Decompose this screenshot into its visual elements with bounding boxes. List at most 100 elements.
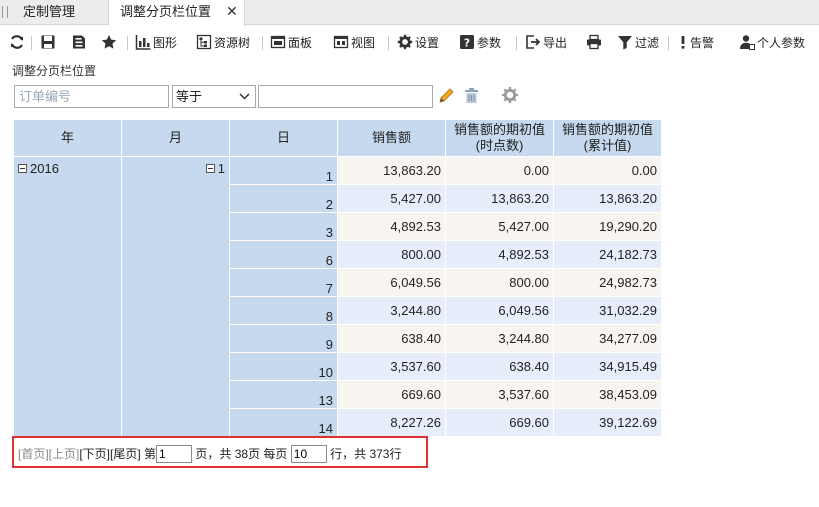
sales-cell: 669.60 <box>337 380 446 409</box>
initial-cumulative-cell: 13,863.20 <box>553 184 662 213</box>
day-cell: 8 <box>229 296 338 325</box>
pager-first[interactable]: [首页] <box>18 447 49 461</box>
year-cell: 2016 <box>13 156 122 437</box>
star-icon <box>101 35 117 49</box>
value-input[interactable] <box>258 85 433 108</box>
personal-params-label: 个人参数 <box>757 36 806 50</box>
alert-button[interactable]: 告警 <box>678 32 714 54</box>
initial-point-cell: 638.40 <box>445 352 554 381</box>
alert-icon <box>681 36 685 49</box>
initial-cumulative-cell: 34,277.09 <box>553 324 662 353</box>
refresh-icon <box>10 35 24 49</box>
header-sales[interactable]: 销售额 <box>337 119 446 157</box>
pager-page-suffix: 页，共 38页 每页 <box>195 446 288 461</box>
filter-icon <box>618 36 632 50</box>
initial-cumulative-cell: 24,182.73 <box>553 240 662 269</box>
pager-page-prefix: 第 <box>144 446 157 461</box>
day-cell: 13 <box>229 380 338 409</box>
initial-point-cell: 4,892.53 <box>445 240 554 269</box>
initial-cumulative-cell: 24,982.73 <box>553 268 662 297</box>
tab-adjust-pager[interactable]: 调整分页栏位置 ✕ <box>108 0 245 26</box>
initial-point-cell: 13,863.20 <box>445 184 554 213</box>
header-day[interactable]: 日 <box>229 119 338 157</box>
chart-icon <box>135 35 151 50</box>
sales-cell: 5,427.00 <box>337 184 446 213</box>
report-subtitle: 调整分页栏位置 <box>12 64 97 78</box>
header-month[interactable]: 月 <box>121 119 230 157</box>
day-cell: 3 <box>229 212 338 241</box>
initial-cumulative-cell: 39,122.69 <box>553 408 662 437</box>
save-button[interactable] <box>40 32 58 54</box>
month-value: 1 <box>217 161 225 176</box>
tab-label: 定制管理 <box>23 4 76 19</box>
graph-button[interactable]: 图形 <box>135 32 177 54</box>
tab-custom-management[interactable]: 定制管理 <box>13 0 108 25</box>
close-icon[interactable]: ✕ <box>226 0 238 23</box>
tab-label: 调整分页栏位置 <box>120 4 212 19</box>
export-button[interactable]: 导出 <box>525 32 567 54</box>
sales-cell: 4,892.53 <box>337 212 446 241</box>
save-as-button[interactable] <box>71 32 89 54</box>
pager-next[interactable]: [下页] <box>79 447 110 461</box>
gear-icon <box>397 34 413 50</box>
initial-point-cell: 3,537.60 <box>445 380 554 409</box>
operator-select[interactable]: 等于 <box>172 85 256 108</box>
panel-button[interactable]: 面板 <box>270 32 312 54</box>
initial-point-cell: 5,427.00 <box>445 212 554 241</box>
favorite-button[interactable] <box>101 32 119 54</box>
page-number-input[interactable] <box>156 444 193 463</box>
settings-icon[interactable] <box>501 86 519 104</box>
resource-tree-label: 资源树 <box>214 36 251 50</box>
alert-label: 告警 <box>690 36 715 50</box>
user-icon <box>740 35 755 50</box>
report-table: 年 月 日 销售额 销售额的期初值 (时点数) 销售额的期初值 (累计值) 20… <box>13 119 662 437</box>
params-label: 参数 <box>477 36 502 50</box>
tab-grip[interactable] <box>2 6 8 18</box>
header-initial-cumulative[interactable]: 销售额的期初值 (累计值) <box>553 119 662 157</box>
initial-cumulative-cell: 38,453.09 <box>553 380 662 409</box>
pencil-icon[interactable] <box>437 87 455 105</box>
pager-last[interactable]: [尾页] <box>110 447 141 461</box>
panel-icon <box>270 35 286 49</box>
month-cell: 1 <box>121 156 230 437</box>
pager-rows-suffix: 行，共 373行 <box>330 446 402 461</box>
tree-icon <box>196 34 212 50</box>
field-input[interactable] <box>14 85 169 108</box>
refresh-button[interactable] <box>9 32 27 54</box>
params-button[interactable]: ? 参数 <box>459 32 501 54</box>
collapse-icon[interactable] <box>205 164 215 173</box>
personal-params-button[interactable]: 个人参数 <box>739 32 805 54</box>
pager: [首页][上页][下页][尾页] 第 页，共 38页 每页 行，共 373行 <box>12 436 428 468</box>
resource-tree-button[interactable]: 资源树 <box>196 32 250 54</box>
operator-value: 等于 <box>176 89 203 104</box>
tab-bar: 定制管理 调整分页栏位置 ✕ <box>0 0 819 26</box>
initial-cumulative-cell: 31,032.29 <box>553 296 662 325</box>
graph-label: 图形 <box>153 36 178 50</box>
print-button[interactable] <box>586 32 604 54</box>
header-initial-point[interactable]: 销售额的期初值 (时点数) <box>445 119 554 157</box>
initial-cumulative-cell: 34,915.49 <box>553 352 662 381</box>
view-icon <box>333 35 349 49</box>
sales-cell: 3,244.80 <box>337 296 446 325</box>
rows-per-page-input[interactable] <box>290 444 327 463</box>
view-button[interactable]: 视图 <box>333 32 375 54</box>
help-icon: ? <box>460 35 474 50</box>
pager-prev[interactable]: [上页] <box>49 447 80 461</box>
chevron-down-icon <box>239 93 250 100</box>
collapse-icon[interactable] <box>18 164 27 173</box>
settings-button[interactable]: 设置 <box>397 32 439 54</box>
panel-label: 面板 <box>288 36 313 50</box>
day-cell: 6 <box>229 240 338 269</box>
initial-cumulative-cell: 0.00 <box>553 156 662 185</box>
export-label: 导出 <box>543 36 568 50</box>
initial-point-cell: 6,049.56 <box>445 296 554 325</box>
initial-point-cell: 3,244.80 <box>445 324 554 353</box>
sales-cell: 800.00 <box>337 240 446 269</box>
sales-cell: 3,537.60 <box>337 352 446 381</box>
header-year[interactable]: 年 <box>13 119 122 157</box>
filter-label: 过滤 <box>635 36 660 50</box>
trash-icon[interactable] <box>464 88 479 104</box>
svg-text:?: ? <box>464 37 470 50</box>
settings-label: 设置 <box>415 36 440 50</box>
filter-button[interactable]: 过滤 <box>617 32 659 54</box>
